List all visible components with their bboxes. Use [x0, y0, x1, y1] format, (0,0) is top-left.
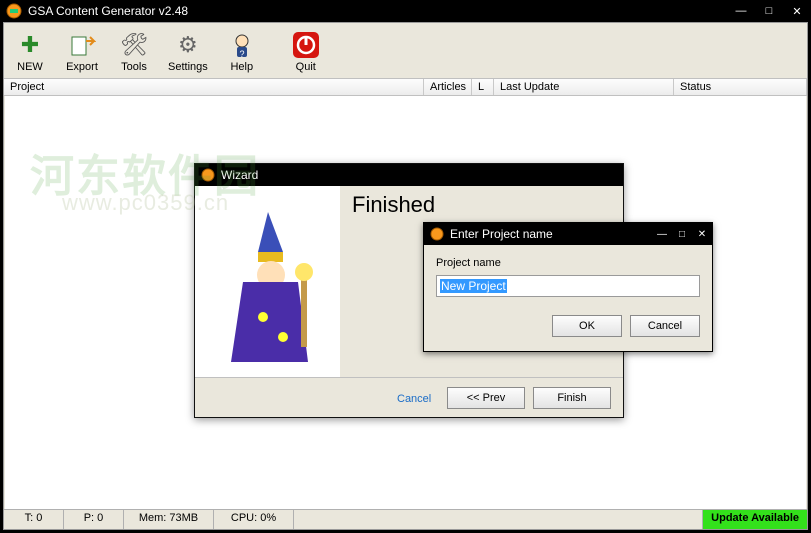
minimize-button[interactable]: —	[727, 1, 755, 21]
col-status[interactable]: Status	[674, 79, 807, 95]
maximize-button[interactable]: □	[755, 1, 783, 21]
tools-icon: 🛠	[118, 29, 150, 61]
main-title: GSA Content Generator v2.48	[28, 4, 188, 18]
wizard-prev-button[interactable]: << Prev	[447, 387, 525, 409]
new-label: NEW	[17, 61, 43, 73]
settings-icon: ⚙	[172, 29, 204, 61]
col-l[interactable]: L	[472, 79, 494, 95]
project-name-label: Project name	[436, 257, 501, 269]
wizard-dialog: Wizard Finished	[194, 163, 624, 418]
main-window: GSA Content Generator v2.48 — □ ✕ ✚ NEW …	[0, 0, 811, 533]
app-icon	[6, 3, 22, 19]
close-button[interactable]: ✕	[783, 1, 811, 21]
quit-button[interactable]: Quit	[288, 29, 324, 73]
project-name-dialog-icon	[430, 227, 444, 241]
status-t: T: 0	[4, 510, 64, 529]
project-name-dialog: Enter Project name — □ ✕ Project name Ne…	[423, 222, 713, 352]
help-icon: ?	[226, 29, 258, 61]
col-last-update[interactable]: Last Update	[494, 79, 674, 95]
main-toolbar: ✚ NEW Export 🛠 Tools ⚙ Settings ?	[4, 23, 807, 78]
wizard-cancel-link[interactable]: Cancel	[397, 393, 431, 405]
quit-label: Quit	[296, 61, 316, 73]
status-p: P: 0	[64, 510, 124, 529]
cancel-button[interactable]: Cancel	[630, 315, 700, 337]
wizard-finish-button[interactable]: Finish	[533, 387, 611, 409]
export-button[interactable]: Export	[64, 29, 100, 73]
settings-label: Settings	[168, 61, 208, 73]
col-project[interactable]: Project	[4, 79, 424, 95]
pname-minimize-button[interactable]: —	[652, 225, 672, 243]
help-button[interactable]: ? Help	[224, 29, 260, 73]
column-header: Project Articles L Last Update Status	[4, 78, 807, 96]
status-cpu: CPU: 0%	[214, 510, 294, 529]
export-icon	[66, 29, 98, 61]
new-button[interactable]: ✚ NEW	[12, 29, 48, 73]
project-name-input[interactable]: New Project	[436, 275, 700, 297]
help-label: Help	[230, 61, 253, 73]
project-name-title: Enter Project name	[450, 227, 553, 241]
wizard-heading: Finished	[352, 192, 611, 218]
tools-button[interactable]: 🛠 Tools	[116, 29, 152, 73]
wizard-title: Wizard	[221, 168, 258, 182]
ok-button[interactable]: OK	[552, 315, 622, 337]
status-mem: Mem: 73MB	[124, 510, 214, 529]
settings-button[interactable]: ⚙ Settings	[168, 29, 208, 73]
tools-label: Tools	[121, 61, 147, 73]
svg-text:?: ?	[239, 49, 244, 59]
wizard-image	[195, 186, 340, 377]
project-name-titlebar[interactable]: Enter Project name — □ ✕	[424, 223, 712, 245]
col-articles[interactable]: Articles	[424, 79, 472, 95]
wizard-titlebar[interactable]: Wizard	[195, 164, 623, 186]
pname-close-button[interactable]: ✕	[692, 225, 712, 243]
wizard-icon	[201, 168, 215, 182]
project-name-value: New Project	[440, 279, 507, 293]
update-available-button[interactable]: Update Available	[703, 510, 807, 529]
new-icon: ✚	[14, 29, 46, 61]
statusbar: T: 0 P: 0 Mem: 73MB CPU: 0% Update Avail…	[4, 509, 807, 529]
main-titlebar: GSA Content Generator v2.48 — □ ✕	[0, 0, 811, 22]
export-label: Export	[66, 61, 98, 73]
quit-icon	[290, 29, 322, 61]
pname-maximize-button[interactable]: □	[672, 225, 692, 243]
